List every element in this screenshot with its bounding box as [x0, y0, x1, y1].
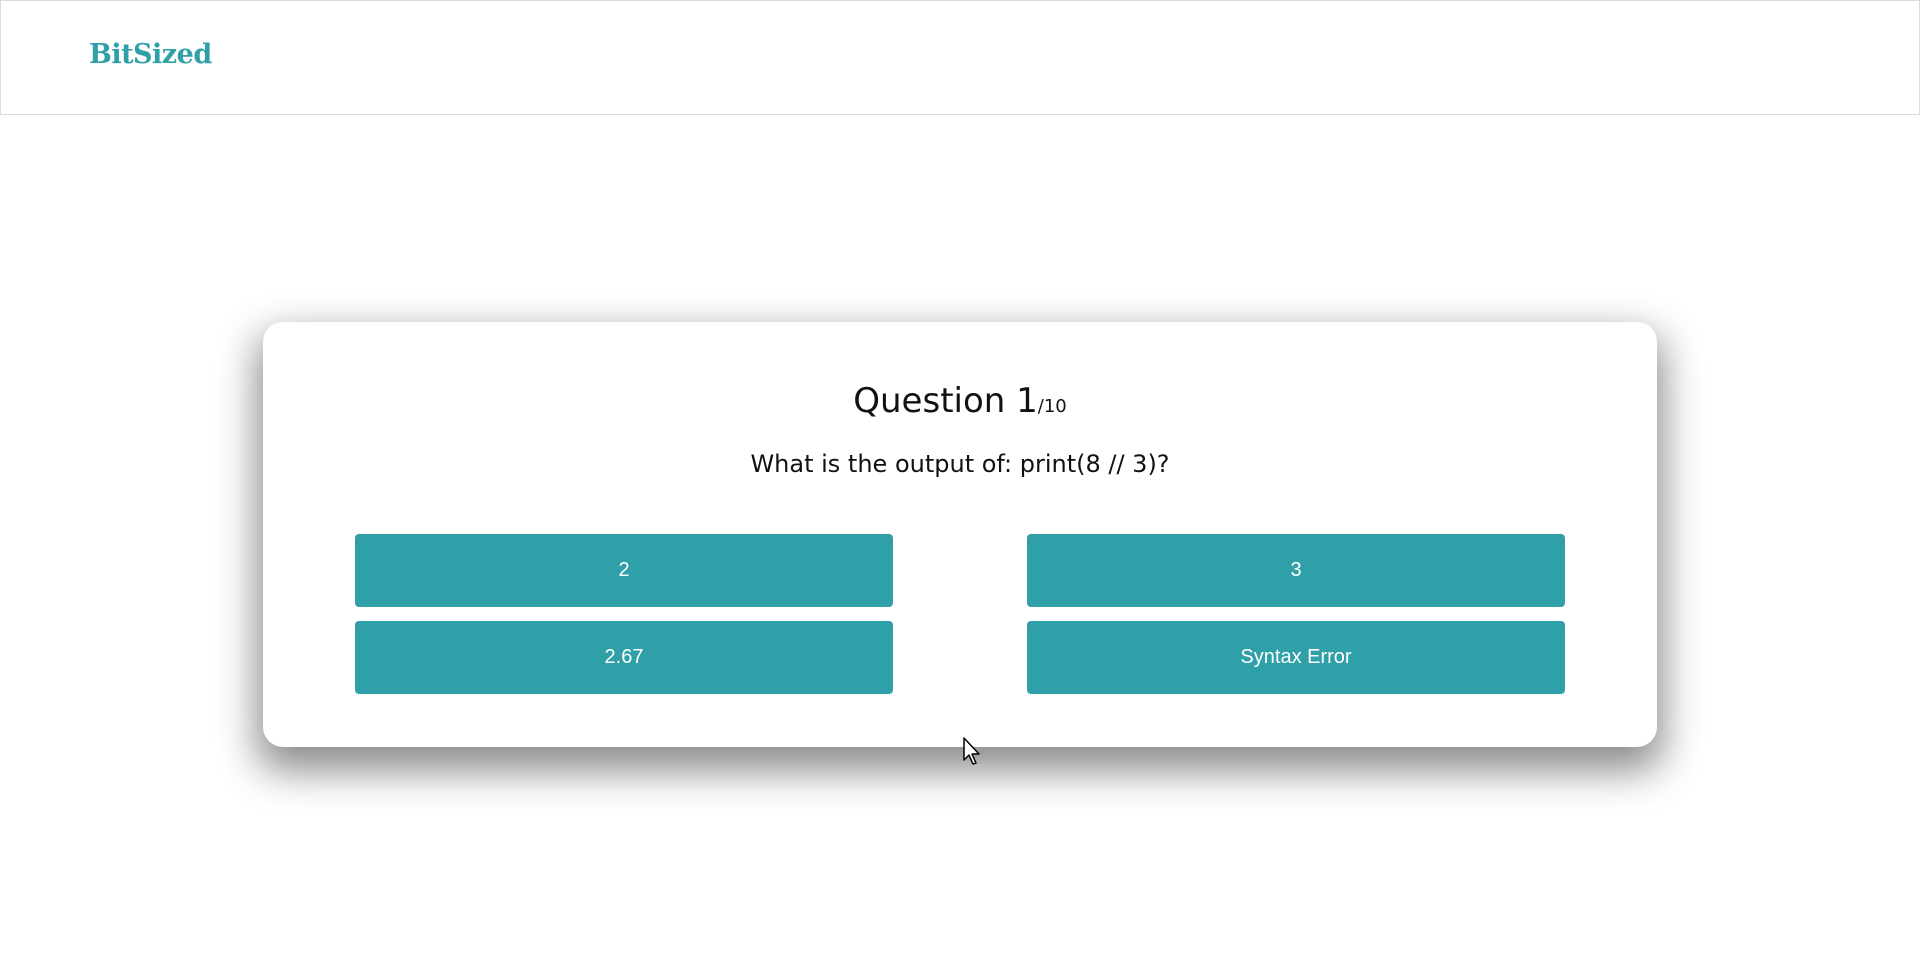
top-header: BitSized	[0, 0, 1920, 115]
mouse-pointer-icon	[963, 737, 980, 765]
quiz-card: Question 1/10 What is the output of: pri…	[263, 322, 1657, 747]
question-number: Question 1	[853, 381, 1038, 421]
answer-button-3[interactable]: 2.67	[355, 621, 893, 694]
answer-button-4[interactable]: Syntax Error	[1027, 621, 1565, 694]
question-heading: Question 1/10	[263, 379, 1657, 429]
answer-button-1[interactable]: 2	[355, 534, 893, 607]
brand-logo[interactable]: BitSized	[89, 39, 212, 70]
question-total: /10	[1037, 396, 1067, 417]
answer-button-2[interactable]: 3	[1027, 534, 1565, 607]
question-text: What is the output of: print(8 // 3)?	[750, 450, 1170, 478]
